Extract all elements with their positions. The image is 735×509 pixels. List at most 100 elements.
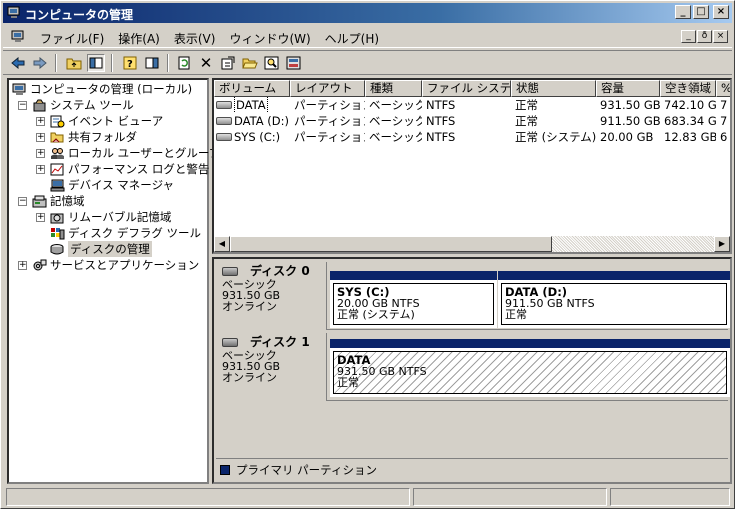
partition-header — [498, 271, 730, 280]
scroll-track[interactable] — [552, 236, 714, 252]
expand-services-apps[interactable]: + — [18, 261, 27, 270]
status-pane-3 — [610, 488, 730, 506]
tree-item-device-manager[interactable]: デバイス マネージャ — [50, 177, 174, 193]
expand-local-users[interactable]: + — [36, 149, 45, 158]
drive-icon — [216, 133, 232, 141]
tree-item-computer-management[interactable]: コンピュータの管理 (ローカル) — [12, 81, 192, 97]
disk-graphical-view[interactable]: ディスク 0 ベーシック 931.50 GB オンライン SYS (C:) 20… — [212, 257, 732, 484]
status-pane-main — [6, 488, 410, 506]
tree-item-disk-defragmenter[interactable]: ディスク デフラグ ツール — [50, 225, 201, 241]
back-arrow-icon[interactable] — [9, 54, 27, 72]
tree-item-storage[interactable]: 記憶域 — [32, 193, 85, 209]
child-close-button[interactable]: × — [713, 30, 728, 43]
child-minimize-button[interactable]: _ — [681, 30, 696, 43]
event-viewer-icon — [50, 115, 65, 127]
open-folder-icon[interactable] — [241, 54, 259, 72]
forward-arrow-icon[interactable] — [31, 54, 49, 72]
partition-sys-c[interactable]: SYS (C:) 20.00 GB NTFS 正常 (システム) — [330, 271, 497, 328]
tree-item-services-apps[interactable]: サービスとアプリケーション — [32, 257, 199, 273]
disk-0-info[interactable]: ディスク 0 ベーシック 931.50 GB オンライン — [216, 262, 327, 330]
shared-folder-icon — [50, 132, 64, 142]
child-restore-button[interactable]: ð — [697, 30, 712, 43]
performance-icon — [50, 163, 64, 175]
console-tree[interactable]: コンピュータの管理 (ローカル) − システム ツール + イベント ビューア … — [7, 78, 220, 484]
maximize-button[interactable]: □ — [693, 5, 709, 19]
show-hide-tree-icon[interactable] — [87, 54, 105, 72]
disk-0-row[interactable]: ディスク 0 ベーシック 931.50 GB オンライン SYS (C:) 20… — [216, 262, 730, 330]
tree-item-local-users[interactable]: ローカル ユーザーとグループ — [50, 145, 220, 161]
users-icon — [51, 147, 64, 159]
disk-icon — [222, 267, 238, 276]
table-row[interactable]: SYS (C:) パーティション ベーシック NTFS 正常 (システム) 20… — [214, 129, 730, 145]
scroll-left-button[interactable]: ◀ — [214, 236, 230, 252]
scroll-thumb[interactable] — [230, 236, 552, 252]
disk-icon — [222, 338, 238, 347]
volume-list-header: ボリューム レイアウト 種類 ファイル システム 状態 容量 空き領域 % — [214, 80, 730, 97]
expand-removable-storage[interactable]: + — [36, 213, 45, 222]
minimize-button[interactable]: _ — [675, 5, 691, 19]
disk-settings-icon[interactable] — [285, 54, 303, 72]
tree-item-performance-logs[interactable]: パフォーマンス ログと警告 — [50, 161, 209, 177]
expand-performance-logs[interactable]: + — [36, 165, 45, 174]
menu-file[interactable]: ファイル(F) — [33, 30, 111, 47]
system-menu-icon[interactable] — [11, 30, 25, 43]
properties-pane-icon[interactable] — [143, 54, 161, 72]
column-header-percent[interactable]: % — [716, 80, 730, 97]
table-row[interactable]: DATA (D:) パーティション ベーシック NTFS 正常 911.50 G… — [214, 113, 730, 129]
disk-1-info[interactable]: ディスク 1 ベーシック 931.50 GB オンライン — [216, 333, 327, 401]
device-manager-icon — [50, 179, 65, 191]
tree-item-system-tools[interactable]: システム ツール — [32, 97, 134, 113]
menu-window[interactable]: ウィンドウ(W) — [222, 30, 317, 47]
partition-data[interactable]: DATA 931.50 GB NTFS 正常 — [330, 339, 730, 397]
partition-header — [330, 271, 497, 280]
services-icon — [33, 259, 47, 270]
up-folder-icon[interactable] — [65, 54, 83, 72]
expand-shared-folders[interactable]: + — [36, 133, 45, 142]
volume-list[interactable]: ボリューム レイアウト 種類 ファイル システム 状態 容量 空き領域 % DA… — [212, 78, 732, 254]
menu-action[interactable]: 操作(A) — [111, 30, 167, 47]
column-header-layout[interactable]: レイアウト — [290, 80, 365, 97]
close-button[interactable]: × — [713, 5, 729, 19]
expand-event-viewer[interactable]: + — [36, 117, 45, 126]
partition-data-d[interactable]: DATA (D:) 911.50 GB NTFS 正常 — [498, 271, 730, 328]
column-header-status[interactable]: 状態 — [511, 80, 596, 97]
toolbar: ? ✕ — [3, 50, 732, 75]
disk-1-status: オンライン — [222, 371, 277, 384]
primary-partition-swatch — [220, 464, 230, 475]
column-header-filesystem[interactable]: ファイル システム — [422, 80, 511, 97]
main-window: コンピュータの管理 _ □ × ファイル(F) 操作(A) 表示(V) ウィンド… — [0, 0, 735, 509]
status-bar — [3, 487, 732, 507]
legend-label: プライマリ パーティション — [236, 462, 377, 477]
disk-0-name: ディスク 0 — [250, 264, 310, 278]
defragmenter-icon — [51, 227, 65, 239]
menu-bar: ファイル(F) 操作(A) 表示(V) ウィンドウ(W) ヘルプ(H) _ ð … — [3, 26, 732, 48]
tree-item-event-viewer[interactable]: イベント ビューア — [50, 113, 163, 129]
tree-item-removable-storage[interactable]: リムーバブル記憶域 — [50, 209, 171, 225]
disk-0-status: オンライン — [222, 300, 277, 313]
column-header-type[interactable]: 種類 — [365, 80, 422, 97]
horizontal-scrollbar[interactable]: ◀ ▶ — [214, 236, 730, 252]
computer-management-icon — [12, 83, 26, 95]
menu-help[interactable]: ヘルプ(H) — [318, 30, 386, 47]
tree-item-shared-folders[interactable]: 共有フォルダ — [50, 129, 137, 145]
table-row[interactable]: DATA パーティション ベーシック NTFS 正常 931.50 GB 742… — [214, 97, 730, 113]
removable-storage-icon — [50, 213, 64, 223]
column-header-free-space[interactable]: 空き領域 — [660, 80, 716, 97]
properties-icon[interactable] — [219, 54, 237, 72]
scroll-right-button[interactable]: ▶ — [714, 236, 730, 252]
title-bar[interactable]: コンピュータの管理 _ □ × — [3, 3, 732, 23]
column-header-capacity[interactable]: 容量 — [596, 80, 660, 97]
column-header-volume[interactable]: ボリューム — [214, 80, 290, 97]
expand-storage[interactable]: − — [18, 197, 27, 206]
computer-management-icon — [7, 6, 20, 18]
refresh-icon[interactable] — [175, 54, 193, 72]
tree-item-disk-management[interactable]: ディスクの管理 — [50, 241, 152, 257]
status-pane-2 — [413, 488, 607, 506]
help-icon[interactable]: ? — [121, 54, 139, 72]
search-icon[interactable] — [263, 54, 281, 72]
disk-1-row[interactable]: ディスク 1 ベーシック 931.50 GB オンライン DATA 931.50… — [216, 333, 730, 401]
drive-icon — [216, 117, 232, 125]
menu-view[interactable]: 表示(V) — [167, 30, 223, 47]
expand-system-tools[interactable]: − — [18, 101, 27, 110]
delete-icon[interactable]: ✕ — [197, 54, 215, 72]
